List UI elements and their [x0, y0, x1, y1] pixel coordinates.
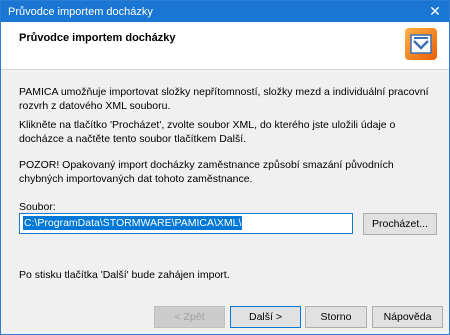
window-title: Průvodce importem docházky [8, 5, 153, 18]
browse-button[interactable]: Procházet... [363, 213, 437, 235]
file-label: Soubor: [19, 201, 56, 213]
file-path-input[interactable]: C:\ProgramData\STORMWARE\PAMICA\XML\ [19, 213, 353, 234]
close-icon[interactable]: ✕ [421, 1, 449, 22]
wizard-content: PAMICA umožňuje importovat složky nepřít… [1, 71, 449, 299]
instruction-paragraph: Klikněte na tlačítko 'Procházet', zvolte… [19, 119, 396, 145]
next-button[interactable]: Další > [230, 306, 301, 328]
pamica-logo-icon [405, 28, 437, 60]
title-bar: Průvodce importem docházky ✕ [1, 1, 449, 22]
header-title: Průvodce importem docházky [19, 32, 176, 44]
wizard-footer: < Zpět Další > Storno Nápověda [1, 299, 449, 334]
start-note-paragraph: Po stisku tlačítka 'Další' bude zahájen … [19, 269, 230, 281]
intro-paragraph: PAMICA umožňuje importovat složky nepřít… [19, 86, 429, 112]
wizard-header: Průvodce importem docházky [1, 22, 449, 70]
wizard-window: Průvodce importem docházky ✕ Průvodce im… [0, 0, 450, 335]
help-button[interactable]: Nápověda [372, 306, 443, 328]
cancel-button[interactable]: Storno [305, 306, 367, 328]
warning-paragraph: POZOR! Opakovaný import docházky zaměstn… [19, 159, 394, 185]
back-button[interactable]: < Zpět [154, 306, 225, 328]
file-path-value: C:\ProgramData\STORMWARE\PAMICA\XML\ [23, 216, 243, 230]
